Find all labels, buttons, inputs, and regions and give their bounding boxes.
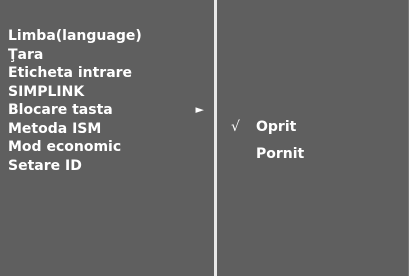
menu-item-power-saving[interactable]: Mod economic — [8, 138, 212, 157]
submenu-arrow-icon: ► — [195, 103, 204, 116]
menu-item-label: SIMPLINK — [8, 83, 85, 100]
menu-item-label: Blocare tasta — [8, 102, 113, 118]
menu-item-label: Mod economic — [8, 139, 122, 155]
menu-item-ism-method[interactable]: Metoda ISM — [8, 120, 212, 139]
submenu-option-label: Oprit — [256, 119, 297, 135]
menu-item-set-id[interactable]: Setare ID — [8, 157, 212, 176]
submenu-list: √ Oprit Pornit — [231, 117, 401, 171]
menu-item-label: Ţara — [8, 46, 44, 63]
menu-item-label: Eticheta intrare — [8, 65, 133, 81]
menu-item-key-lock[interactable]: Blocare tasta ► — [8, 101, 212, 120]
submenu-option-label: Pornit — [256, 146, 305, 162]
menu-item-label: Setare ID — [8, 157, 82, 174]
osd-menu-panel: Limba(language) Ţara Eticheta intrare SI… — [0, 0, 409, 276]
menu-item-input-label[interactable]: Eticheta intrare — [8, 64, 212, 83]
main-menu-list: Limba(language) Ţara Eticheta intrare SI… — [8, 27, 212, 175]
submenu-panel: √ Oprit Pornit — [217, 0, 409, 276]
menu-item-label: Metoda ISM — [8, 120, 102, 137]
menu-item-label: Limba(language) — [8, 28, 142, 44]
submenu-option-on[interactable]: Pornit — [231, 144, 401, 171]
menu-item-language[interactable]: Limba(language) — [8, 27, 212, 46]
menu-item-country[interactable]: Ţara — [8, 46, 212, 65]
menu-item-simplink[interactable]: SIMPLINK — [8, 83, 212, 102]
main-menu: Limba(language) Ţara Eticheta intrare SI… — [0, 0, 214, 276]
checkmark-icon: √ — [231, 119, 240, 135]
submenu-option-off[interactable]: √ Oprit — [231, 117, 401, 144]
